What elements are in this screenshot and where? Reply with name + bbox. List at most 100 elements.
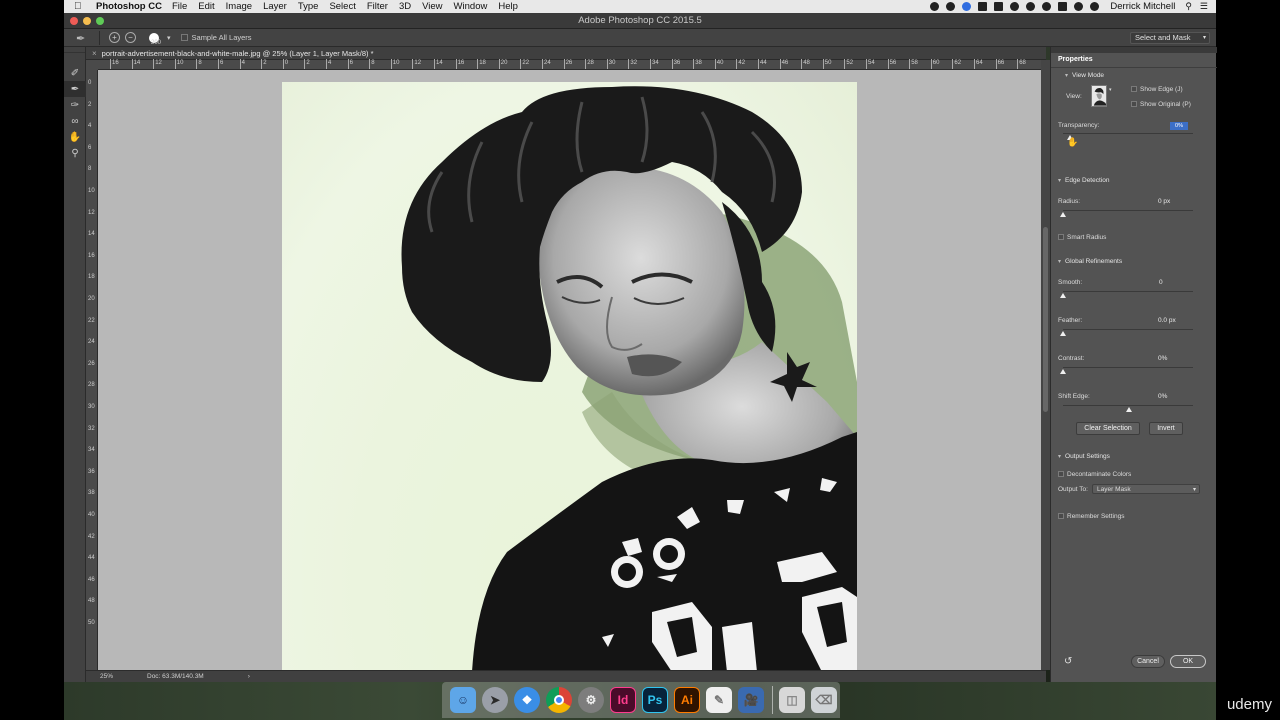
- view-mode-thumbnail[interactable]: [1091, 85, 1107, 107]
- ruler-h-tick-label: 40: [716, 60, 724, 66]
- radius-value[interactable]: 0 px: [1158, 198, 1170, 205]
- spotlight-search-icon[interactable]: ⚲: [1185, 1, 1192, 12]
- camera-icon[interactable]: [1026, 2, 1036, 11]
- hand-tool-icon[interactable]: ✋: [64, 129, 86, 145]
- view-dropdown-chevron-icon[interactable]: ▾: [1109, 87, 1112, 93]
- photo-booth-icon[interactable]: 🎥: [738, 687, 764, 713]
- menu-app-name[interactable]: Photoshop CC: [96, 1, 162, 12]
- vertical-scroll-thumb[interactable]: [1043, 227, 1048, 412]
- pasteboard[interactable]: [98, 70, 1041, 670]
- show-edge-checkbox[interactable]: [1131, 86, 1137, 92]
- screen-icon[interactable]: [994, 2, 1004, 11]
- radius-slider-thumb[interactable]: [1060, 212, 1066, 217]
- smooth-value[interactable]: 0: [1159, 279, 1163, 286]
- tools-grip[interactable]: [64, 47, 85, 53]
- clear-selection-button[interactable]: Clear Selection: [1076, 422, 1140, 435]
- documents-folder-icon[interactable]: ◫: [779, 687, 805, 713]
- ruler-h-tick-label: 22: [522, 60, 530, 66]
- contrast-slider-thumb[interactable]: [1060, 369, 1066, 374]
- menu-view[interactable]: View: [422, 1, 442, 12]
- zoom-level[interactable]: 25%: [100, 673, 140, 680]
- status-menu-chevron-icon[interactable]: ›: [248, 673, 250, 680]
- output-to-select[interactable]: Layer Mask ▾: [1092, 484, 1200, 494]
- quick-selection-tool-icon[interactable]: ✐: [64, 65, 86, 81]
- shift-edge-slider-track[interactable]: [1063, 405, 1193, 406]
- menu-filter[interactable]: Filter: [367, 1, 388, 12]
- menu-type[interactable]: Type: [298, 1, 319, 12]
- horizontal-ruler[interactable]: 16 14 12 10 8 6 4 2 0 2 4 6 8 10 12 14 16 18 20 22 24 26 28 30 3…: [98, 59, 1041, 70]
- feather-slider-track[interactable]: [1063, 329, 1193, 330]
- shift-edge-slider-thumb[interactable]: [1126, 407, 1132, 412]
- contrast-value[interactable]: 0%: [1158, 355, 1167, 362]
- cancel-button[interactable]: Cancel: [1131, 655, 1165, 668]
- transparency-slider-track[interactable]: [1063, 133, 1193, 134]
- output-settings-heading[interactable]: ▾ Output Settings: [1058, 453, 1110, 460]
- display-icon[interactable]: [1058, 2, 1068, 11]
- zoom-tool-icon[interactable]: ⚲: [64, 145, 86, 161]
- edge-detection-heading[interactable]: ▾ Edge Detection: [1058, 177, 1109, 184]
- sync-icon[interactable]: [1010, 2, 1020, 11]
- status-app-icon[interactable]: [930, 2, 940, 11]
- menu-file[interactable]: File: [172, 1, 187, 12]
- smart-radius-checkbox[interactable]: [1058, 234, 1064, 240]
- refine-edge-brush-tool-icon[interactable]: ✒: [64, 81, 86, 97]
- photoshop-icon[interactable]: Ps: [642, 687, 668, 713]
- menu-image[interactable]: Image: [226, 1, 252, 12]
- sample-all-layers-checkbox[interactable]: [180, 34, 188, 41]
- radius-slider-track[interactable]: [1063, 210, 1193, 211]
- transparency-field[interactable]: 0%: [1170, 122, 1188, 130]
- apple-icon[interactable]: : [74, 1, 86, 12]
- ruler-origin[interactable]: [86, 60, 98, 70]
- user-name[interactable]: Derrick Mitchell: [1110, 1, 1175, 12]
- vertical-ruler[interactable]: 0 2 4 6 8 10 12 14 16 18 20 22 24 26 28 30 32 34 36 38 40 42 4…: [86, 70, 98, 670]
- menu-window[interactable]: Window: [454, 1, 488, 12]
- workspace-switcher[interactable]: Select and Mask ▾: [1130, 31, 1210, 44]
- wifi-icon[interactable]: [1090, 2, 1100, 11]
- ruler-h-tick-mark: [887, 59, 889, 69]
- brush-tool-icon[interactable]: ✑: [64, 97, 86, 113]
- subtract-from-selection-icon[interactable]: −: [125, 32, 136, 43]
- dropbox-icon[interactable]: [946, 2, 956, 11]
- invert-button[interactable]: Invert: [1149, 422, 1183, 435]
- trash-icon[interactable]: ⌫: [811, 687, 837, 713]
- contrast-slider-track[interactable]: [1063, 367, 1193, 368]
- add-to-selection-icon[interactable]: +: [109, 32, 120, 43]
- global-refinements-heading[interactable]: ▾ Global Refinements: [1058, 258, 1122, 265]
- chat-icon[interactable]: [978, 2, 988, 11]
- close-tab-icon[interactable]: ×: [92, 49, 97, 58]
- script-editor-icon[interactable]: ✎: [706, 687, 732, 713]
- feather-value[interactable]: 0.0 px: [1158, 317, 1176, 324]
- smooth-slider-thumb[interactable]: [1060, 293, 1066, 298]
- refine-edge-brush-icon[interactable]: ✒: [76, 32, 90, 45]
- vertical-scrollbar[interactable]: [1041, 60, 1050, 670]
- feather-slider-thumb[interactable]: [1060, 331, 1066, 336]
- info-icon[interactable]: [1042, 2, 1052, 11]
- notification-center-icon[interactable]: ☰: [1200, 1, 1208, 12]
- view-mode-heading[interactable]: ▾ View Mode: [1065, 72, 1104, 79]
- menu-layer[interactable]: Layer: [263, 1, 287, 12]
- menu-help[interactable]: Help: [498, 1, 518, 12]
- menu-edit[interactable]: Edit: [198, 1, 214, 12]
- bluetooth-icon[interactable]: [1074, 2, 1084, 11]
- brush-picker-chevron-icon[interactable]: ▾: [167, 34, 171, 42]
- illustrator-icon[interactable]: Ai: [674, 687, 700, 713]
- launchpad-icon[interactable]: ➤: [482, 687, 508, 713]
- document-canvas[interactable]: [282, 82, 857, 670]
- finder-icon[interactable]: ☺: [450, 687, 476, 713]
- menu-select[interactable]: Select: [329, 1, 355, 12]
- shift-edge-value[interactable]: 0%: [1158, 393, 1167, 400]
- remember-settings-checkbox[interactable]: [1058, 513, 1064, 519]
- decontaminate-colors-checkbox[interactable]: [1058, 471, 1064, 477]
- document-tab[interactable]: × portrait-advertisement-black-and-white…: [86, 47, 1046, 60]
- menu-3d[interactable]: 3D: [399, 1, 411, 12]
- teamviewer-icon[interactable]: [962, 2, 972, 11]
- reset-icon[interactable]: ↺: [1064, 656, 1072, 667]
- system-preferences-icon[interactable]: ⚙: [578, 687, 604, 713]
- lasso-tool-icon[interactable]: ∞: [64, 113, 86, 129]
- indesign-icon[interactable]: Id: [610, 687, 636, 713]
- ok-button[interactable]: OK: [1170, 655, 1206, 668]
- show-original-checkbox[interactable]: [1131, 101, 1137, 107]
- chrome-icon[interactable]: [546, 687, 572, 713]
- smooth-slider-track[interactable]: [1063, 291, 1193, 292]
- safari-icon[interactable]: ❖: [514, 687, 540, 713]
